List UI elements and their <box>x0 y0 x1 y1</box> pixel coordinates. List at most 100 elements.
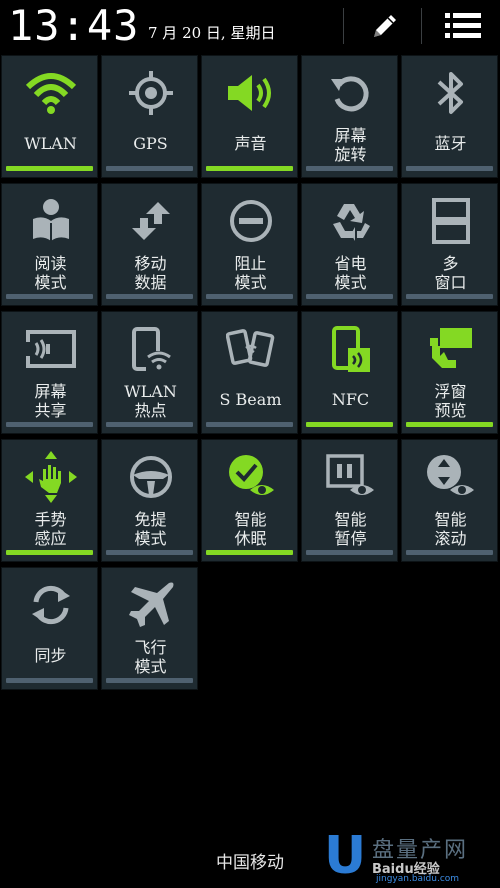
tile-bluetooth[interactable]: 蓝牙 <box>401 55 498 178</box>
tile-label: GPS <box>133 134 168 153</box>
tile-gesture[interactable]: 手势 感应 <box>1 439 98 562</box>
quick-settings-panel: 13:43 7 月 20 日, 星期日 WLAN GPS 声音 屏幕 旋转 蓝牙… <box>0 0 500 888</box>
tile-status-bar <box>106 422 193 427</box>
tile-air-view[interactable]: 浮窗 预览 <box>401 311 498 434</box>
tile-rotate[interactable]: 屏幕 旋转 <box>301 55 398 178</box>
smart-scroll-icon <box>426 455 474 495</box>
tile-nfc[interactable]: NFC <box>301 311 398 434</box>
tile-label: WLAN <box>24 134 77 153</box>
tile-status-bar <box>106 550 193 555</box>
status-header: 13:43 7 月 20 日, 星期日 <box>0 0 500 52</box>
tile-gps[interactable]: GPS <box>101 55 198 178</box>
tile-power-saving[interactable]: 省电 模式 <box>301 183 398 306</box>
tile-label: 智能 休眠 <box>234 510 267 548</box>
tile-label: 省电 模式 <box>334 254 367 292</box>
tile-multi-window[interactable]: 多 窗口 <box>401 183 498 306</box>
power-saving-icon <box>332 204 370 241</box>
smart-pause-icon <box>325 454 374 495</box>
tile-status-bar <box>206 294 293 299</box>
tile-status-bar <box>406 550 493 555</box>
tile-smart-scroll[interactable]: 智能 滚动 <box>401 439 498 562</box>
tile-s-beam[interactable]: S Beam <box>201 311 298 434</box>
tile-smart-pause[interactable]: 智能 暂停 <box>301 439 398 562</box>
tile-label: NFC <box>331 390 370 409</box>
clock-time: 13:43 <box>8 1 140 50</box>
tile-label: 浮窗 预览 <box>434 382 467 420</box>
multi-window-icon <box>431 198 470 244</box>
tile-status-bar <box>406 422 493 427</box>
tile-status-bar <box>206 422 293 427</box>
tile-status-bar <box>306 422 393 427</box>
status-date: 7 月 20 日, 星期日 <box>148 24 276 42</box>
driving-icon <box>129 456 172 498</box>
tile-label: 智能 暂停 <box>334 510 367 548</box>
screen-share-icon <box>23 330 76 368</box>
tile-label: 多 窗口 <box>434 254 467 292</box>
tile-status-bar <box>206 166 293 171</box>
air-view-icon <box>429 328 472 368</box>
tile-screen-share[interactable]: 屏幕 共享 <box>1 311 98 434</box>
bluetooth-icon <box>437 72 463 114</box>
airplane-icon <box>128 582 173 627</box>
tile-reading-mode[interactable]: 阅读 模式 <box>1 183 98 306</box>
tile-label: 同步 <box>34 646 67 665</box>
menu-button[interactable] <box>438 6 488 46</box>
tile-status-bar <box>206 550 293 555</box>
tile-label: WLAN 热点 <box>124 382 177 420</box>
tile-status-bar <box>306 294 393 299</box>
tile-status-bar <box>106 678 193 683</box>
tile-label: 免提 模式 <box>134 510 167 548</box>
tile-label: 移动 数据 <box>134 254 167 292</box>
watermark-text: jingyan.baidu.com <box>376 874 460 884</box>
tile-status-bar <box>106 294 193 299</box>
watermark: U 盘量产网 Baidu经验 jingyan.baidu.com <box>316 828 496 886</box>
tile-label: 蓝牙 <box>434 134 467 153</box>
hotspot-icon <box>131 327 174 373</box>
tile-label: 屏幕 共享 <box>34 382 67 420</box>
tile-label: S Beam <box>219 390 282 409</box>
tile-sync[interactable]: 同步 <box>1 567 98 690</box>
tile-wlan-hotspot[interactable]: WLAN 热点 <box>101 311 198 434</box>
tile-status-bar <box>306 550 393 555</box>
smart-stay-icon <box>228 455 274 495</box>
tile-smart-stay[interactable]: 智能 休眠 <box>201 439 298 562</box>
sync-icon <box>31 585 70 625</box>
header-divider <box>421 8 422 44</box>
edit-button[interactable] <box>360 6 410 46</box>
tile-label: 智能 滚动 <box>434 510 467 548</box>
pencil-icon <box>374 15 396 37</box>
list-menu-icon <box>445 13 481 38</box>
reading-icon <box>32 199 69 241</box>
tile-label: 阅读 模式 <box>34 254 67 292</box>
gesture-icon <box>24 451 77 503</box>
tile-label: 声音 <box>234 134 267 153</box>
tile-status-bar <box>6 678 93 683</box>
tile-status-bar <box>6 550 93 555</box>
tile-block-mode[interactable]: 阻止 模式 <box>201 183 298 306</box>
tile-status-bar <box>6 422 93 427</box>
header-divider <box>343 8 344 44</box>
tile-label: 手势 感应 <box>34 510 67 548</box>
sound-icon <box>227 75 271 111</box>
tile-label: 屏幕 旋转 <box>334 126 367 164</box>
tile-status-bar <box>306 166 393 171</box>
watermark-mark: U <box>324 826 367 886</box>
tile-status-bar <box>6 294 93 299</box>
tile-sound[interactable]: 声音 <box>201 55 298 178</box>
wifi-icon <box>25 73 76 114</box>
tile-status-bar <box>106 166 193 171</box>
tile-label: 阻止 模式 <box>234 254 267 292</box>
block-icon <box>229 200 272 242</box>
tile-status-bar <box>406 294 493 299</box>
tile-airplane-mode[interactable]: 飞行 模式 <box>101 567 198 690</box>
tile-label: 飞行 模式 <box>134 638 167 676</box>
gps-icon <box>128 71 173 115</box>
tile-status-bar <box>6 166 93 171</box>
tile-wlan[interactable]: WLAN <box>1 55 98 178</box>
s-beam-icon <box>225 329 274 367</box>
mobile-data-icon <box>131 202 170 240</box>
rotate-icon <box>330 76 369 112</box>
tile-mobile-data[interactable]: 移动 数据 <box>101 183 198 306</box>
tile-driving-mode[interactable]: 免提 模式 <box>101 439 198 562</box>
tile-status-bar <box>406 166 493 171</box>
